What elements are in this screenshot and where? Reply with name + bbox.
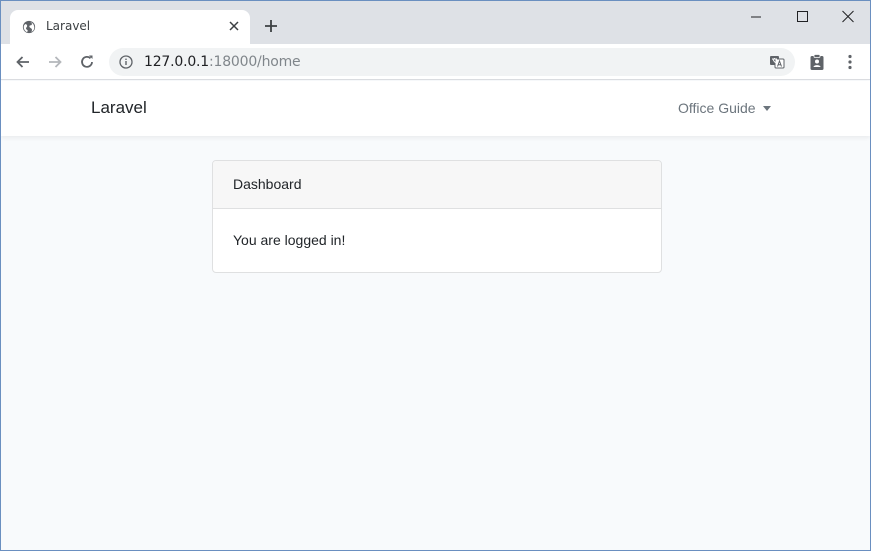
dashboard-card: Dashboard You are logged in! bbox=[212, 160, 662, 273]
address-bar[interactable]: 127.0.0.1:18000/home bbox=[109, 48, 795, 76]
maximize-icon[interactable] bbox=[794, 9, 810, 25]
url-host: 127.0.0.1 bbox=[144, 54, 209, 70]
card-body: You are logged in! bbox=[233, 232, 346, 248]
navbar-brand[interactable]: Laravel bbox=[91, 98, 147, 118]
card-header: Dashboard bbox=[213, 161, 661, 209]
clipboard-account-icon[interactable] bbox=[808, 53, 826, 71]
url-text[interactable]: 127.0.0.1:18000/home bbox=[144, 54, 301, 70]
info-icon[interactable] bbox=[119, 55, 133, 69]
user-menu-label: Office Guide bbox=[678, 100, 756, 116]
browser-window: Laravel 127.0.0.1:18000/home Laravel Off… bbox=[0, 0, 871, 551]
minimize-icon[interactable] bbox=[748, 9, 764, 25]
kebab-menu-icon[interactable] bbox=[841, 53, 859, 71]
browser-toolbar: 127.0.0.1:18000/home bbox=[1, 44, 870, 80]
window-close-icon[interactable] bbox=[840, 9, 856, 25]
url-path: :18000/home bbox=[209, 54, 301, 70]
back-arrow-icon[interactable] bbox=[14, 53, 32, 71]
reload-icon[interactable] bbox=[78, 53, 96, 71]
tab-strip: Laravel bbox=[1, 1, 870, 44]
plus-icon[interactable] bbox=[263, 18, 279, 34]
user-menu-dropdown[interactable]: Office Guide bbox=[678, 100, 771, 116]
globe-icon bbox=[22, 20, 36, 34]
translate-icon[interactable] bbox=[769, 54, 785, 70]
browser-tab[interactable]: Laravel bbox=[10, 10, 250, 44]
tab-title: Laravel bbox=[46, 19, 91, 33]
site-navbar: Laravel Office Guide bbox=[1, 81, 870, 136]
forward-arrow-icon[interactable] bbox=[46, 53, 64, 71]
close-icon[interactable] bbox=[228, 20, 240, 32]
caret-down-icon bbox=[762, 106, 771, 111]
